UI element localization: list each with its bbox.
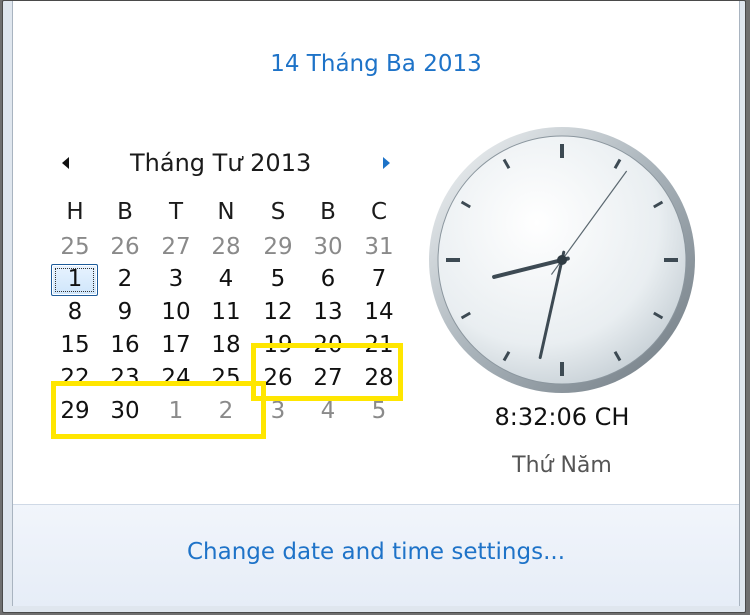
calendar-day[interactable]: 30 [303,231,353,263]
next-month-button[interactable] [377,151,395,175]
calendar-day[interactable]: 10 [151,296,201,328]
calendar-day[interactable]: 27 [151,231,201,263]
weekday-header-cell: B [320,199,336,225]
calendar-day[interactable]: 11 [201,296,251,328]
calendar-day[interactable]: 16 [100,329,150,361]
weekday-header-cell: H [66,199,84,225]
highlight-box-left [51,381,266,439]
calendar-day[interactable]: 5 [253,263,303,295]
analog-clock [427,125,697,395]
calendar-day[interactable]: 4 [201,263,251,295]
weekday-header-cell: T [168,199,184,225]
arrow-left-icon [62,157,69,169]
change-date-time-settings-link[interactable]: Change date and time settings... [13,539,739,565]
weekday-header-cell: N [217,199,235,225]
calendar-day[interactable]: 2 [100,263,150,295]
calendar-flyout-frame: 14 Tháng Ba 2013 Tháng Tư 2013 H B T N S B C 2… [2,0,746,613]
previous-month-button[interactable] [57,151,75,175]
calendar-day[interactable]: 9 [100,296,150,328]
digital-time: 8:32:06 CH [494,403,630,431]
calendar-day[interactable]: 6 [303,263,353,295]
calendar-day[interactable]: 14 [354,296,404,328]
calendar-day[interactable]: 13 [303,296,353,328]
arrow-right-icon [383,157,390,169]
highlight-box-right [251,343,403,401]
flyout-footer: Change date and time settings... [13,504,739,606]
calendar-day[interactable]: 31 [354,231,404,263]
calendar-day[interactable]: 8 [50,296,100,328]
weekday-header-cell: C [370,199,388,225]
weekday-header-cell: S [270,199,286,225]
calendar-day[interactable]: 18 [201,329,251,361]
calendar-day[interactable]: 1 [50,263,100,295]
calendar-day[interactable]: 7 [354,263,404,295]
calendar-day[interactable]: 12 [253,296,303,328]
clock-center [557,255,567,265]
month-title[interactable]: Tháng Tư 2013 [130,149,311,177]
calendar-day[interactable]: 26 [100,231,150,263]
current-date-link[interactable]: 14 Tháng Ba 2013 [13,51,739,77]
calendar-day[interactable]: 25 [50,231,100,263]
calendar-panel: 14 Tháng Ba 2013 Tháng Tư 2013 H B T N S B C 2… [13,1,739,504]
calendar-day[interactable]: 3 [151,263,201,295]
calendar-day[interactable]: 15 [50,329,100,361]
weekday-label: Thứ Năm [512,453,612,478]
calendar-day[interactable]: 29 [253,231,303,263]
weekday-header-cell: B [117,199,133,225]
calendar-day[interactable]: 17 [151,329,201,361]
calendar-flyout: 14 Tháng Ba 2013 Tháng Tư 2013 H B T N S B C 2… [12,1,740,606]
calendar-day[interactable]: 28 [201,231,251,263]
